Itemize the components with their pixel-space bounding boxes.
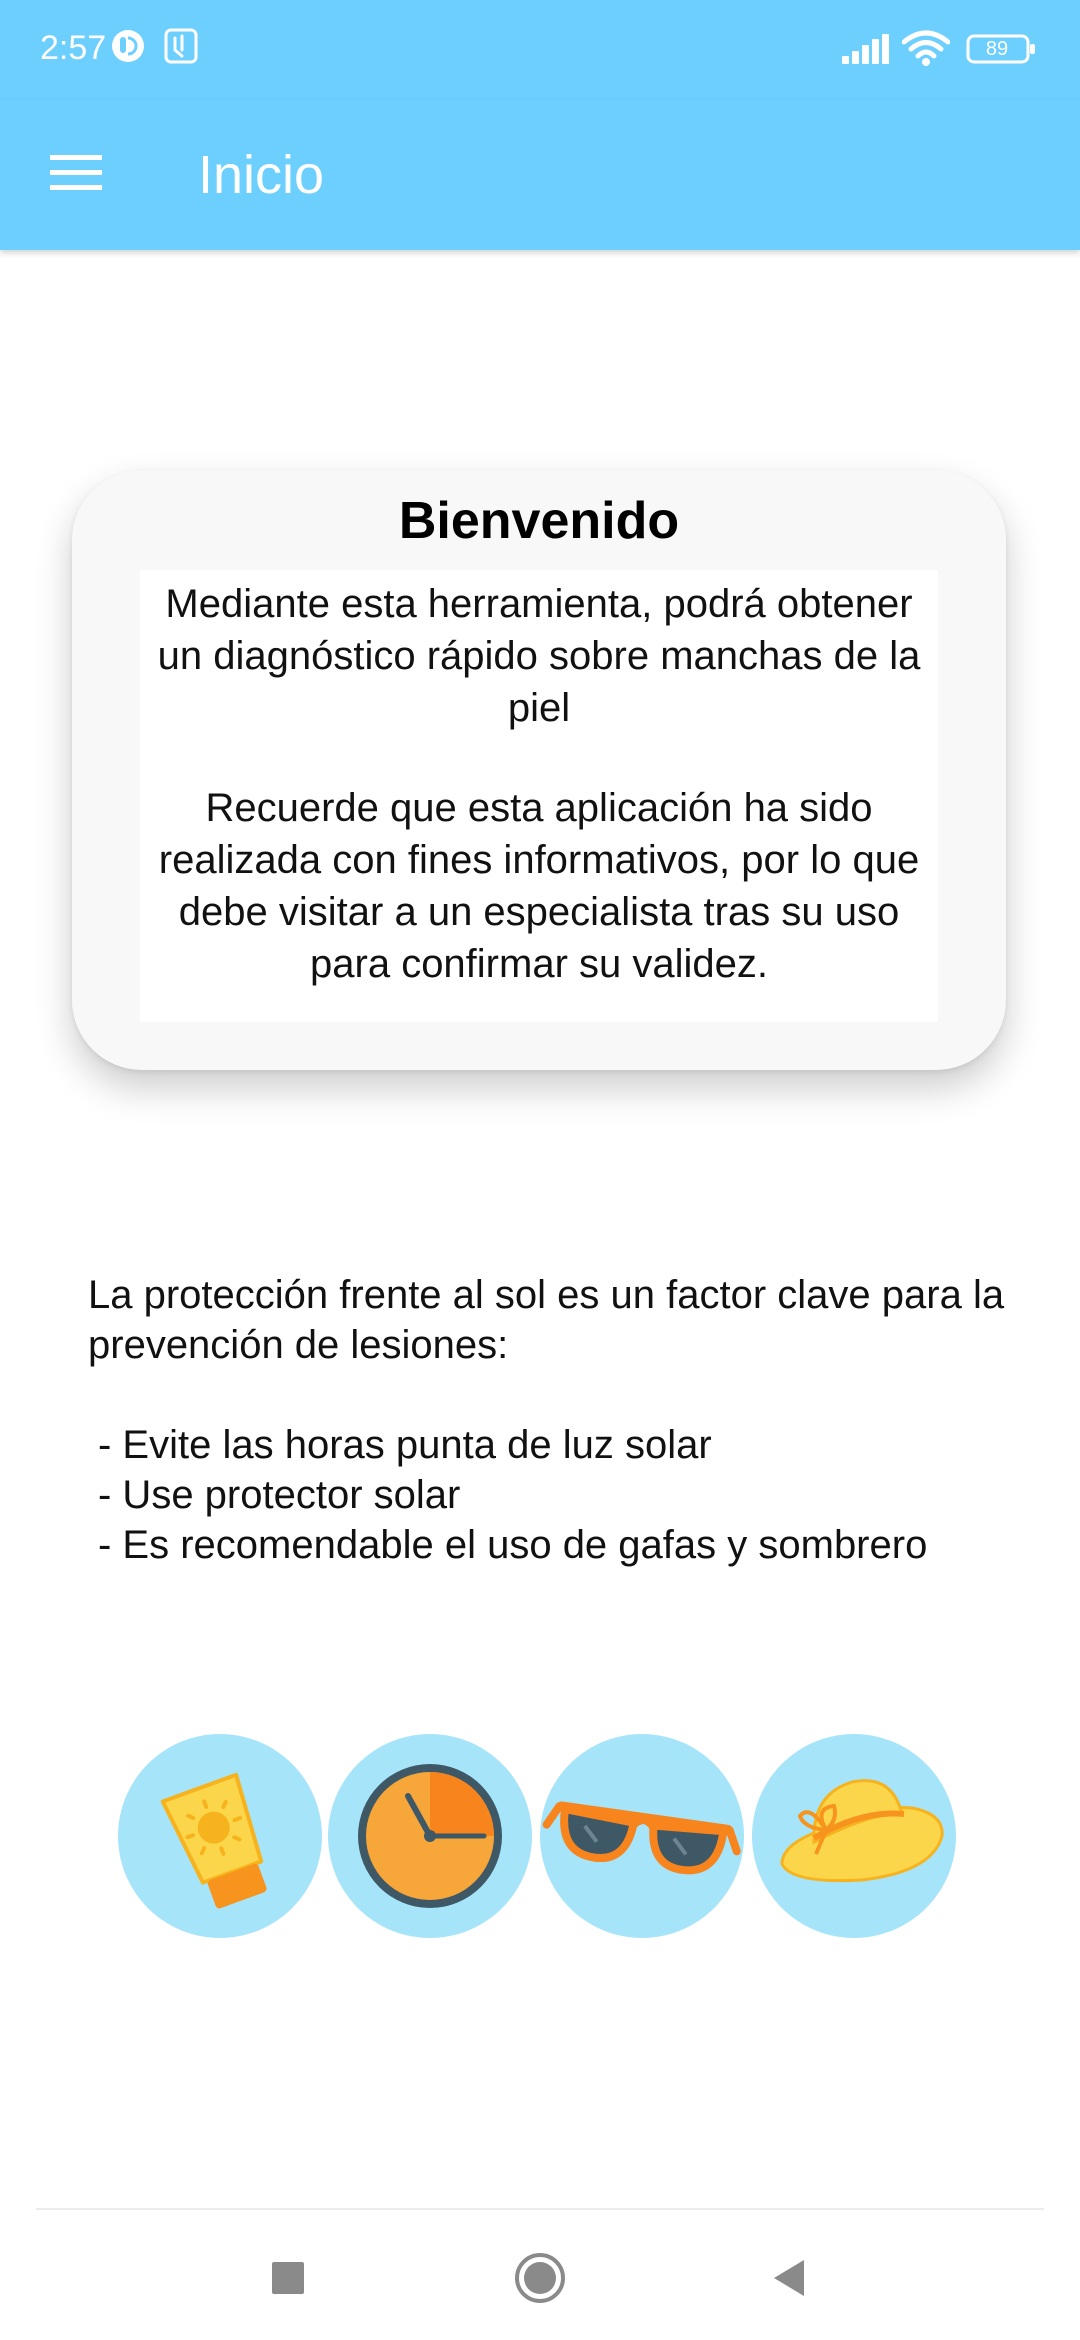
status-time: 2:57	[40, 29, 107, 67]
illustrations-row	[118, 1734, 958, 1940]
sun-protection-intro: La protección frente al sol es un factor…	[88, 1273, 1005, 1367]
sun-protection-section: La protección frente al sol es un factor…	[88, 1270, 1028, 1570]
page-title: Inicio	[198, 145, 325, 205]
tip-item: - Evite las horas punta de luz solar	[98, 1423, 712, 1467]
sim-app-icon	[164, 28, 198, 69]
notification-app-icon	[110, 28, 146, 69]
welcome-title: Bienvenido	[398, 492, 680, 550]
tip-item: - Es recomendable el uso de gafas y somb…	[98, 1523, 928, 1567]
welcome-paragraph-2: Recuerde que esta aplicación ha sido rea…	[158, 786, 920, 986]
app-bar: Inicio	[0, 100, 1080, 250]
welcome-paragraph-1: Mediante esta herramienta, podrá obtener…	[157, 582, 921, 730]
welcome-body: Mediante esta herramienta, podrá obtener…	[140, 570, 938, 1022]
wifi-icon	[901, 30, 951, 71]
welcome-card: Bienvenido Mediante esta herramienta, po…	[72, 470, 1006, 1070]
status-bar: 2:57 89	[0, 0, 1080, 100]
sunscreen-icon	[118, 1734, 322, 1938]
system-nav-bar	[36, 2208, 1044, 2340]
sun-hat-icon	[752, 1734, 956, 1938]
back-triangle-icon[interactable]	[760, 2250, 820, 2310]
signal-icon	[842, 34, 890, 69]
sunglasses-icon	[540, 1734, 744, 1938]
hamburger-menu-icon[interactable]	[40, 145, 116, 205]
home-circle-icon[interactable]	[510, 2250, 570, 2310]
battery-icon: 89	[966, 34, 1038, 64]
tips-list: - Evite las horas punta de luz solar - U…	[88, 1420, 1028, 1570]
recents-square-icon[interactable]	[258, 2250, 318, 2310]
tip-item: - Use protector solar	[98, 1473, 461, 1517]
battery-level: 89	[985, 38, 1009, 60]
clock-icon	[328, 1734, 532, 1938]
